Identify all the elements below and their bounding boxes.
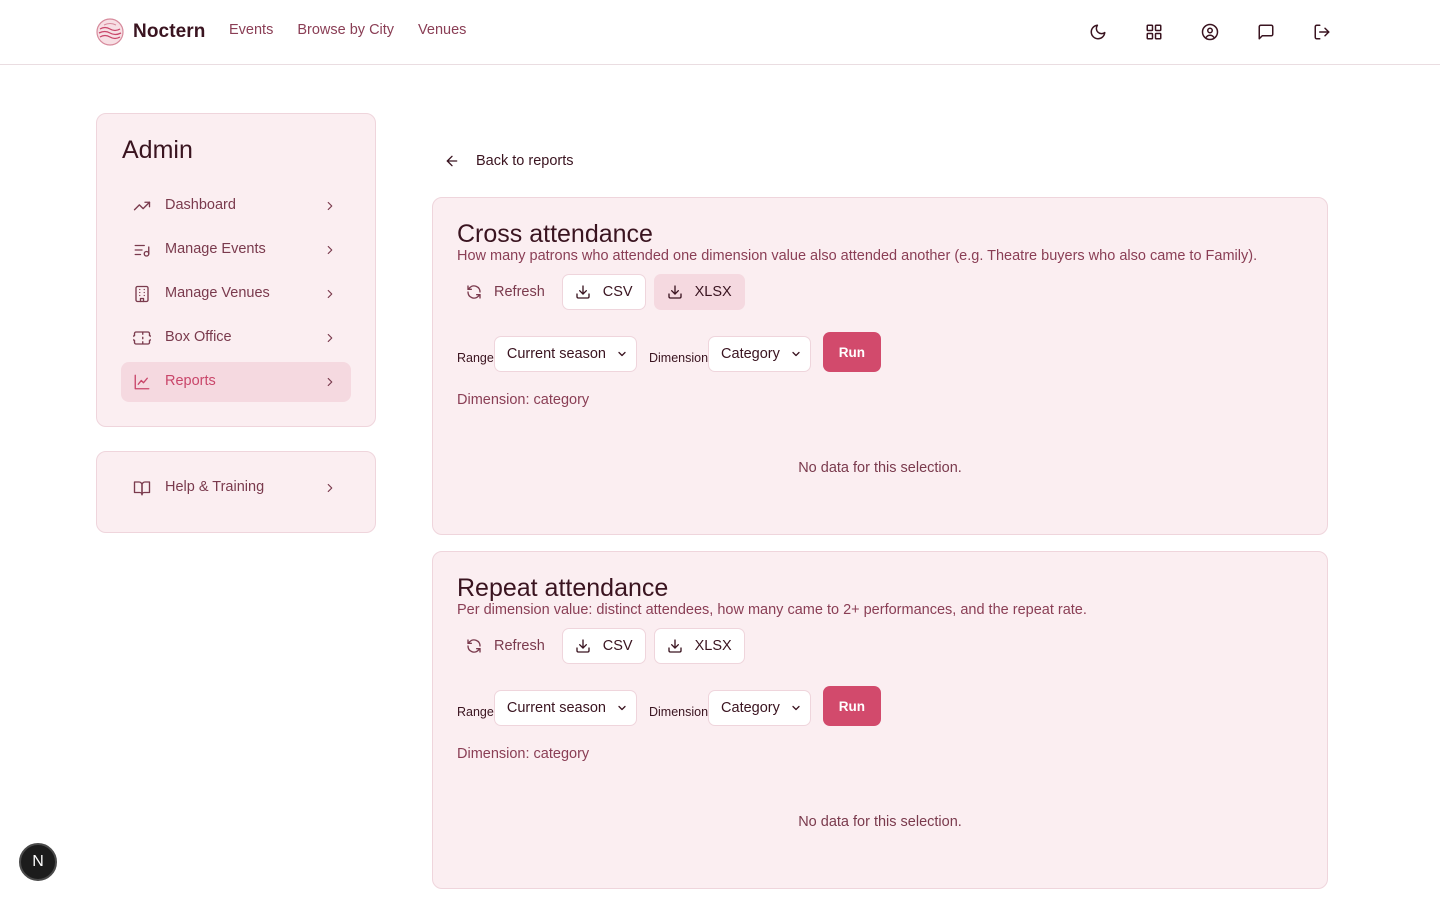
brand-name: Noctern [133, 21, 206, 42]
range-label: Range [457, 351, 494, 365]
range-value: Current season [506, 346, 606, 362]
chevron-right-icon [323, 331, 337, 345]
top-header: Noctern Events Browse by City Venues [0, 0, 1440, 65]
empty-state: No data for this selection. [798, 460, 962, 476]
nav-events[interactable]: Events [229, 22, 273, 38]
sidebar-item-label: Help & Training [165, 479, 265, 495]
refresh-label: Refresh [494, 638, 545, 654]
run-button[interactable]: Run [822, 686, 881, 726]
header-actions [1054, 20, 1334, 44]
brand[interactable]: Noctern [96, 17, 206, 47]
report-filters: Range Current season Dimension Category … [457, 686, 881, 728]
logout-icon[interactable] [1310, 20, 1334, 44]
range-select[interactable]: Current season [493, 336, 637, 372]
report-title: Repeat attendance [457, 574, 669, 602]
report-card-cross-attendance: Cross attendance How many patrons who at… [432, 197, 1328, 535]
report-card-repeat-attendance: Repeat attendance Per dimension value: d… [432, 551, 1328, 889]
chevron-down-icon [792, 705, 800, 711]
grid-icon[interactable] [1142, 20, 1166, 44]
arrow-left-icon [446, 155, 458, 167]
back-link-label: Back to reports [476, 153, 574, 169]
chevron-down-icon [618, 351, 626, 357]
main-nav: Events Browse by City Venues [229, 22, 490, 38]
chevron-right-icon [323, 375, 337, 389]
help-card: Help & Training [96, 451, 376, 533]
empty-state: No data for this selection. [798, 814, 962, 830]
brand-logo-icon [96, 18, 124, 46]
dimension-label: Dimension [648, 705, 709, 719]
sidebar-item-label: Manage Venues [165, 285, 270, 301]
report-description: Per dimension value: distinct attendees,… [457, 602, 1087, 618]
range-select[interactable]: Current season [493, 690, 637, 726]
building-icon [133, 285, 151, 303]
chevron-down-icon [618, 705, 626, 711]
chevron-right-icon [323, 199, 337, 213]
list-music-icon [133, 241, 151, 259]
csv-label: CSV [602, 638, 633, 654]
sidebar-title: Admin [122, 136, 193, 164]
trending-up-icon [133, 197, 151, 215]
refresh-button[interactable]: Refresh [457, 274, 554, 310]
range-label: Range [457, 705, 494, 719]
download-icon [576, 285, 590, 299]
dimension-value: Category [721, 346, 780, 362]
run-button[interactable]: Run [822, 332, 881, 372]
refresh-button[interactable]: Refresh [457, 628, 554, 664]
chevron-right-icon [323, 287, 337, 301]
xlsx-label: XLSX [694, 284, 732, 300]
sidebar-item-box-office[interactable]: Box Office [121, 318, 351, 358]
dimension-summary: Dimension: category [457, 392, 590, 408]
chevron-down-icon [792, 351, 800, 357]
csv-button[interactable]: CSV [561, 274, 646, 310]
report-description: How many patrons who attended one dimens… [457, 248, 1258, 264]
sidebar-item-label: Manage Events [165, 241, 266, 257]
sidebar-item-dashboard[interactable]: Dashboard [121, 186, 351, 226]
dimension-label: Dimension [648, 351, 709, 365]
line-chart-icon [133, 373, 151, 391]
dimension-value: Category [721, 700, 780, 716]
report-title: Cross attendance [457, 220, 653, 248]
sidebar-item-manage-venues[interactable]: Manage Venues [121, 274, 351, 314]
chevron-right-icon [323, 481, 337, 495]
sidebar-item-manage-events[interactable]: Manage Events [121, 230, 351, 270]
dimension-select[interactable]: Category [708, 336, 811, 372]
report-actions: Refresh CSV XLSX [457, 274, 753, 310]
dev-tools-badge[interactable]: N [19, 843, 57, 881]
book-open-icon [133, 479, 151, 497]
sidebar-item-reports[interactable]: Reports [121, 362, 351, 402]
xlsx-button[interactable]: XLSX [653, 274, 745, 310]
sidebar-item-label: Dashboard [165, 197, 236, 213]
message-icon[interactable] [1254, 20, 1278, 44]
user-circle-icon[interactable] [1198, 20, 1222, 44]
refresh-icon [467, 639, 481, 653]
sidebar-item-help-training[interactable]: Help & Training [121, 468, 351, 508]
refresh-icon [467, 285, 481, 299]
sidebar-item-label: Reports [165, 373, 216, 389]
report-filters: Range Current season Dimension Category … [457, 332, 881, 374]
dimension-select[interactable]: Category [708, 690, 811, 726]
back-to-reports-link[interactable]: Back to reports [444, 153, 574, 169]
nav-browse-by-city[interactable]: Browse by City [297, 22, 394, 38]
admin-sidebar: Admin Dashboard Manage Events Manage Ven… [96, 113, 376, 427]
chevron-right-icon [323, 243, 337, 257]
refresh-label: Refresh [494, 284, 545, 300]
download-icon [576, 639, 590, 653]
nav-venues[interactable]: Venues [418, 22, 466, 38]
ticket-icon [131, 329, 153, 347]
range-value: Current season [506, 700, 606, 716]
csv-button[interactable]: CSV [561, 628, 646, 664]
xlsx-button[interactable]: XLSX [653, 628, 745, 664]
download-icon [667, 639, 682, 653]
xlsx-label: XLSX [694, 638, 732, 654]
csv-label: CSV [602, 284, 633, 300]
report-actions: Refresh CSV XLSX [457, 628, 753, 664]
sidebar-item-label: Box Office [165, 329, 232, 345]
dimension-summary: Dimension: category [457, 746, 590, 762]
download-icon [667, 285, 682, 299]
moon-icon[interactable] [1086, 20, 1110, 44]
